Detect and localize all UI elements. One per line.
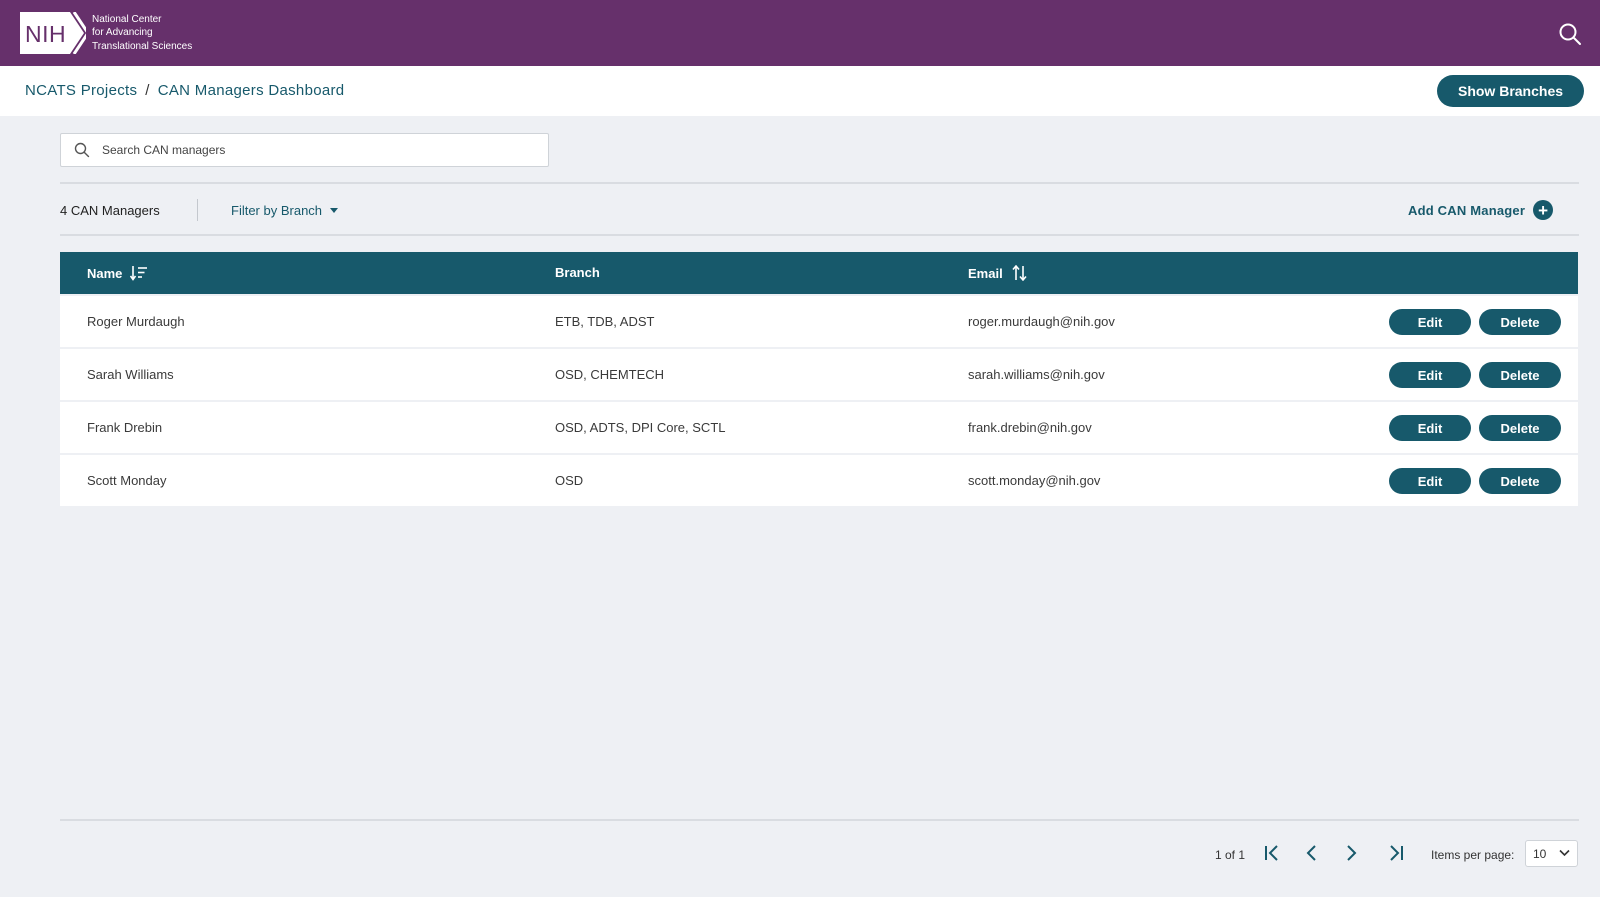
sort-descending-icon[interactable] (130, 265, 148, 281)
table-row: Sarah Williams OSD, CHEMTECH sarah.willi… (60, 349, 1578, 400)
next-page-icon[interactable] (1341, 843, 1361, 863)
divider (60, 234, 1579, 236)
can-managers-table: Name Branch Email Roger Murdaugh ETB, TD… (60, 252, 1578, 506)
search-input[interactable] (102, 143, 532, 157)
cell-email: roger.murdaugh@nih.gov (968, 314, 1115, 329)
cell-name: Scott Monday (87, 473, 167, 488)
search-icon[interactable] (1558, 22, 1582, 46)
table-row: Scott Monday OSD scott.monday@nih.gov Ed… (60, 455, 1578, 506)
filter-by-branch-dropdown[interactable]: Filter by Branch (231, 203, 339, 218)
filter-label: Filter by Branch (231, 203, 323, 218)
previous-page-icon[interactable] (1302, 843, 1322, 863)
org-name-line: for Advancing (92, 27, 153, 39)
nih-badge: NIH (20, 12, 86, 54)
delete-button[interactable]: Delete (1479, 362, 1561, 388)
chevron-down-icon (1559, 849, 1570, 857)
cell-email: frank.drebin@nih.gov (968, 420, 1092, 435)
org-name-line: Translational Sciences (92, 40, 193, 52)
items-per-page-label: Items per page: (1431, 848, 1515, 862)
cell-name: Sarah Williams (87, 367, 174, 382)
delete-button[interactable]: Delete (1479, 415, 1561, 441)
cell-branch: OSD, ADTS, DPI Core, SCTL (555, 420, 726, 435)
show-branches-button[interactable]: Show Branches (1437, 75, 1584, 107)
cell-branch: OSD (555, 473, 584, 488)
add-can-manager-label: Add CAN Manager (1408, 202, 1526, 218)
search-icon (74, 142, 90, 158)
sort-both-icon[interactable] (1011, 265, 1029, 281)
cell-name: Frank Drebin (87, 420, 163, 435)
cell-name: Roger Murdaugh (87, 314, 185, 329)
cell-email: sarah.williams@nih.gov (968, 367, 1105, 382)
edit-button[interactable]: Edit (1389, 309, 1471, 335)
cell-email: scott.monday@nih.gov (968, 473, 1101, 488)
manager-count: 4 CAN Managers (60, 203, 160, 218)
table-row: Frank Drebin OSD, ADTS, DPI Core, SCTL f… (60, 402, 1578, 453)
column-header-label: Email (968, 265, 1003, 281)
add-can-manager-button[interactable]: Add CAN Manager + (1408, 200, 1554, 220)
breadcrumb-ncats-projects[interactable]: NCATS Projects (25, 82, 137, 99)
breadcrumb: NCATS Projects / CAN Managers Dashboard (25, 82, 344, 99)
column-header-label: Name (87, 265, 123, 281)
column-header-email[interactable]: Email (968, 265, 1029, 281)
divider (60, 182, 1579, 184)
delete-button[interactable]: Delete (1479, 309, 1561, 335)
column-header-name[interactable]: Name (87, 265, 148, 281)
footer-divider (60, 819, 1579, 821)
edit-button[interactable]: Edit (1389, 362, 1471, 388)
plus-circle-icon: + (1533, 200, 1554, 220)
nih-logo[interactable]: NIH National Center for Advancing Transl… (20, 12, 192, 54)
edit-button[interactable]: Edit (1389, 468, 1471, 494)
cell-branch: OSD, CHEMTECH (555, 367, 665, 382)
items-per-page-select[interactable]: 10 (1525, 840, 1578, 867)
toolbar-divider (197, 199, 198, 221)
column-header-branch: Branch (555, 265, 600, 280)
table-row: Roger Murdaugh ETB, TDB, ADST roger.murd… (60, 296, 1578, 347)
page-info: 1 of 1 (1215, 848, 1246, 862)
caret-down-icon (330, 208, 339, 213)
breadcrumb-current-page: CAN Managers Dashboard (157, 82, 345, 99)
table-header: Name Branch Email (60, 252, 1578, 294)
search-field[interactable] (60, 133, 549, 167)
last-page-icon[interactable] (1386, 843, 1406, 863)
items-per-page-value: 10 (1533, 846, 1547, 861)
top-bar: NIH National Center for Advancing Transl… (0, 0, 1600, 66)
cell-branch: ETB, TDB, ADST (555, 314, 655, 329)
edit-button[interactable]: Edit (1389, 415, 1471, 441)
breadcrumb-separator: / (145, 82, 150, 99)
column-header-label: Branch (555, 265, 600, 280)
nih-logo-text: NIH (25, 21, 67, 47)
page-header: NCATS Projects / CAN Managers Dashboard … (0, 66, 1600, 116)
first-page-icon[interactable] (1262, 843, 1282, 863)
org-name-line: National Center (92, 13, 162, 25)
delete-button[interactable]: Delete (1479, 468, 1561, 494)
org-name: National Center for Advancing Translatio… (92, 13, 192, 54)
